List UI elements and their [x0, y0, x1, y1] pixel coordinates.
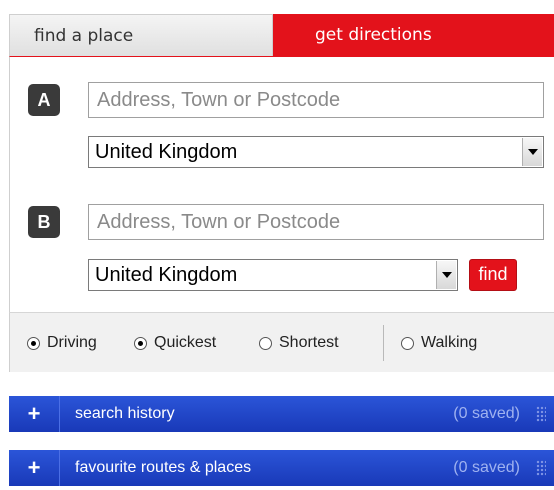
shortest-option[interactable]: Shortest: [259, 313, 339, 373]
chevron-down-icon[interactable]: [522, 138, 542, 166]
travel-mode-bar: Driving Quickest Shortest Walking: [9, 312, 554, 372]
quickest-option[interactable]: Quickest: [134, 313, 216, 373]
divider: [59, 396, 60, 432]
favourite-routes-count: (0 saved): [453, 459, 520, 476]
walking-option[interactable]: Walking: [401, 313, 477, 373]
end-country-value: United Kingdom: [95, 264, 238, 286]
drag-handle-icon[interactable]: [536, 460, 546, 476]
drag-handle-icon[interactable]: [536, 406, 546, 422]
divider: [59, 450, 60, 486]
driving-option[interactable]: Driving: [27, 313, 97, 373]
start-point-badge: A: [28, 84, 60, 116]
start-address-input[interactable]: [88, 82, 544, 118]
tab-get-directions[interactable]: get directions: [273, 14, 554, 56]
shortest-label: Shortest: [279, 334, 339, 351]
walking-radio[interactable]: [401, 336, 414, 350]
favourite-routes-label: favourite routes & places: [75, 459, 252, 476]
quickest-label: Quickest: [154, 334, 217, 351]
tab-bar: find a place get directions: [9, 14, 554, 56]
search-history-label: search history: [75, 405, 175, 422]
search-history-accordion[interactable]: + search history (0 saved): [9, 396, 554, 432]
walking-label: Walking: [421, 334, 478, 351]
end-country-select[interactable]: United Kingdom: [88, 259, 458, 291]
find-button[interactable]: find: [469, 259, 517, 291]
search-history-count: (0 saved): [453, 405, 520, 422]
start-country-value: United Kingdom: [95, 141, 238, 163]
plus-icon[interactable]: +: [9, 450, 59, 486]
chevron-down-icon[interactable]: [436, 261, 456, 289]
quickest-radio[interactable]: [134, 336, 147, 350]
mode-divider: [383, 325, 384, 361]
plus-icon[interactable]: +: [9, 396, 59, 432]
end-address-input[interactable]: [88, 204, 544, 240]
driving-label: Driving: [47, 334, 97, 351]
tab-find-a-place[interactable]: find a place: [9, 14, 273, 56]
end-point-badge: B: [28, 206, 60, 238]
shortest-radio[interactable]: [259, 336, 272, 350]
favourite-routes-accordion[interactable]: + favourite routes & places (0 saved): [9, 450, 554, 486]
driving-radio[interactable]: [27, 336, 40, 350]
start-country-select[interactable]: United Kingdom: [88, 136, 544, 168]
